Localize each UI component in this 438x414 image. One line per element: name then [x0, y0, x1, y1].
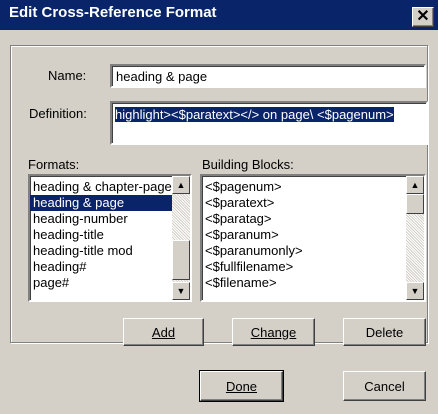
formats-list[interactable]: heading & chapter-page heading & page head…	[28, 174, 192, 302]
definition-label: Definition:	[29, 106, 87, 121]
cancel-button-label: Cancel	[364, 378, 405, 394]
change-button-label: Change	[250, 324, 297, 340]
building-blocks-scrollbar[interactable]: ▲ ▼	[406, 176, 424, 300]
cancel-button[interactable]: Cancel	[343, 371, 426, 401]
format-list-item[interactable]: heading & chapter-page	[30, 179, 172, 195]
change-button[interactable]: Change	[232, 318, 315, 346]
delete-button-label: Delete	[365, 324, 404, 340]
building-blocks-scroll-down-button[interactable]: ▼	[406, 282, 424, 300]
add-button-label: Add	[151, 324, 176, 340]
arrow-up-icon: ▲	[410, 180, 420, 190]
building-blocks-scroll-thumb[interactable]	[406, 194, 424, 214]
formats-scroll-down-button[interactable]: ▼	[172, 282, 190, 300]
building-block-list-item[interactable]: <$paratag>	[202, 211, 406, 227]
formats-scrollbar[interactable]: ▲ ▼	[172, 176, 190, 300]
formats-scroll-up-button[interactable]: ▲	[172, 176, 190, 194]
name-label: Name:	[48, 68, 87, 83]
format-list-item[interactable]: heading#	[30, 259, 172, 275]
name-input[interactable]: heading & page	[110, 64, 426, 88]
format-list-item[interactable]: page#	[30, 275, 172, 291]
building-blocks-label: Building Blocks:	[202, 157, 294, 172]
format-list-item[interactable]: heading-title mod	[30, 243, 172, 259]
format-list-item[interactable]: heading-title	[30, 227, 172, 243]
definition-input[interactable]: highlight><$paratext></> on page\ <$page…	[110, 101, 428, 145]
building-block-list-item[interactable]: <$filename>	[202, 275, 406, 291]
building-block-list-item[interactable]: <$fullfilename>	[202, 259, 406, 275]
window-title: Edit Cross-Reference Format	[9, 4, 217, 21]
building-blocks-list[interactable]: <$pagenum> <$paratext> <$paratag> <$paranum…	[200, 174, 426, 302]
formats-label: Formats:	[28, 157, 80, 172]
arrow-up-icon: ▲	[176, 180, 186, 190]
format-list-item[interactable]: heading & page	[30, 195, 172, 211]
close-icon: ✕	[416, 8, 430, 25]
building-block-list-item[interactable]: <$paranum>	[202, 227, 406, 243]
building-block-list-item[interactable]: <$paratext>	[202, 195, 406, 211]
close-button[interactable]: ✕	[412, 7, 434, 27]
building-block-list-item[interactable]: <$paranumonly>	[202, 243, 406, 259]
building-block-list-item[interactable]: <$pagenum>	[202, 179, 406, 195]
done-button-label: Done	[225, 378, 258, 394]
add-button[interactable]: Add	[123, 318, 204, 346]
delete-button[interactable]: Delete	[343, 318, 426, 346]
arrow-down-icon: ▼	[410, 286, 420, 296]
format-list-item[interactable]: heading-number	[30, 211, 172, 227]
definition-text: highlight><$paratext></> on page\ <$page…	[115, 107, 394, 122]
formats-scroll-thumb[interactable]	[172, 240, 190, 280]
arrow-down-icon: ▼	[176, 286, 186, 296]
done-button[interactable]: Done	[199, 370, 284, 402]
building-blocks-scroll-up-button[interactable]: ▲	[406, 176, 424, 194]
